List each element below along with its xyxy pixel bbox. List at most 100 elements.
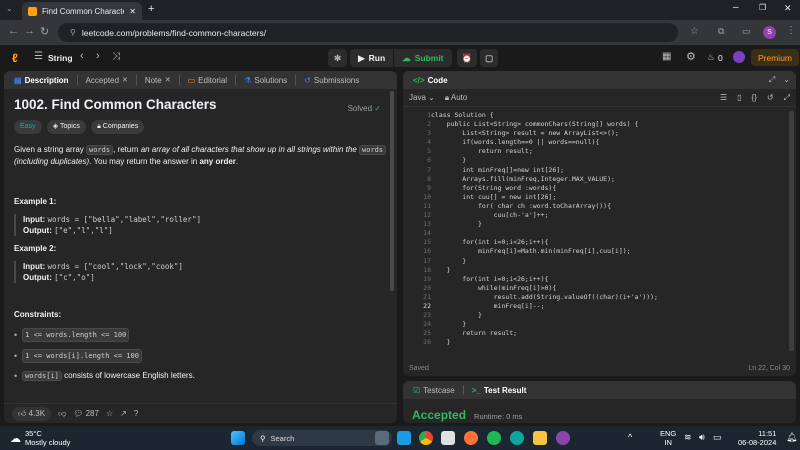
weather-widget[interactable]: ☁ 35°C Mostly cloudy bbox=[10, 429, 70, 447]
code-line[interactable]: for(String word :words){ bbox=[431, 184, 658, 193]
code-line[interactable]: cuu[ch-'a']++; bbox=[431, 211, 658, 220]
new-tab-icon[interactable]: + bbox=[148, 3, 154, 15]
code-line[interactable]: minFreq[i]=Math.min(minFreq[i],cuu[i]); bbox=[431, 247, 658, 256]
format-icon[interactable]: ☰ bbox=[720, 93, 727, 102]
streak-fire-icon[interactable]: ♨ bbox=[707, 52, 715, 63]
browser-tab[interactable]: Find Common Characters - Lee ✕ bbox=[22, 2, 142, 20]
close-tab-icon[interactable]: ✕ bbox=[122, 76, 128, 84]
close-tab-icon[interactable]: ✕ bbox=[165, 76, 171, 84]
tab-code[interactable]: </> Code bbox=[409, 76, 452, 85]
code-line[interactable]: } bbox=[431, 311, 658, 320]
code-line[interactable]: for( char ch :word.toCharArray()){ bbox=[431, 202, 658, 211]
tab-note[interactable]: Note ✕ bbox=[141, 76, 175, 85]
share-icon[interactable]: ↗ bbox=[120, 409, 127, 418]
undo-reset-icon[interactable]: ↺ bbox=[767, 93, 774, 102]
notes-button[interactable]: ▢ bbox=[480, 49, 499, 67]
browser-menu-icon[interactable]: ⋮ bbox=[786, 25, 796, 36]
code-line[interactable]: Arrays.fill(minFreq,Integer.MAX_VALUE); bbox=[431, 175, 658, 184]
bookmark-icon[interactable]: ▯ bbox=[737, 93, 741, 102]
dislike-button[interactable]: 👎︎ bbox=[58, 409, 66, 419]
code-line[interactable]: int cuu[] = new int[26]; bbox=[431, 193, 658, 202]
fullscreen-icon[interactable]: ⤢ bbox=[784, 93, 790, 103]
chrome-profile-icon[interactable] bbox=[556, 431, 570, 445]
tab-accepted[interactable]: Accepted ✕ bbox=[82, 76, 132, 85]
back-icon[interactable]: ← bbox=[8, 25, 19, 37]
file-explorer-icon[interactable] bbox=[533, 431, 547, 445]
url-field[interactable]: ⚲ leetcode.com/problems/find-common-char… bbox=[58, 23, 678, 42]
battery-icon[interactable]: ▭ bbox=[713, 432, 722, 443]
code-line[interactable]: result.add(String.valueOf((char)(i+'a'))… bbox=[431, 293, 658, 302]
next-problem-icon[interactable]: › bbox=[96, 50, 100, 62]
user-avatar[interactable] bbox=[733, 51, 745, 63]
code-line[interactable]: int minFreq[]=new int[26]; bbox=[431, 166, 658, 175]
left-scrollbar[interactable] bbox=[390, 91, 394, 291]
run-button[interactable]: ▶ Run bbox=[350, 49, 394, 67]
forward-icon[interactable]: → bbox=[24, 25, 35, 37]
profile-avatar[interactable]: S bbox=[763, 26, 776, 39]
autocomplete-toggle[interactable]: 🔒︎ Auto bbox=[445, 93, 468, 103]
collapse-pane-icon[interactable]: ⌄ bbox=[783, 75, 790, 85]
code-line[interactable]: } bbox=[431, 257, 658, 266]
extensions-icon[interactable]: ⧉ bbox=[718, 26, 724, 37]
layout-icon[interactable]: ▦ bbox=[662, 51, 671, 62]
edge-icon[interactable] bbox=[510, 431, 524, 445]
prev-problem-icon[interactable]: ‹ bbox=[80, 50, 84, 62]
tab-solutions[interactable]: ⚗ Solutions bbox=[240, 76, 291, 85]
tab-test-result[interactable]: >_ Test Result bbox=[468, 386, 531, 395]
timer-button[interactable]: ⏰ bbox=[456, 49, 478, 67]
code-line[interactable]: return result; bbox=[431, 147, 658, 156]
taskbar-search-box[interactable]: ⚲ Search bbox=[252, 430, 392, 446]
tab-description[interactable]: ▤ Description bbox=[10, 76, 73, 85]
leetcode-logo-icon[interactable]: ℓ bbox=[12, 51, 18, 65]
maximize-icon[interactable]: ❐ bbox=[759, 3, 766, 12]
code-line[interactable]: minFreq[i]--; bbox=[431, 302, 658, 311]
topics-button[interactable]: ◈ Topics bbox=[46, 120, 86, 134]
firefox-icon[interactable] bbox=[464, 431, 478, 445]
tab-editorial[interactable]: ▭ Editorial bbox=[184, 76, 231, 85]
bookmark-star-icon[interactable]: ☆ bbox=[690, 26, 699, 37]
code-line[interactable] bbox=[431, 229, 658, 238]
task-view-icon[interactable] bbox=[375, 431, 389, 445]
problem-list-icon[interactable]: ☰ bbox=[34, 51, 43, 62]
code-line[interactable]: } bbox=[431, 320, 658, 329]
language-select[interactable]: Java ⌄ bbox=[409, 93, 435, 102]
volume-icon[interactable]: 🔊︎ bbox=[699, 432, 705, 443]
code-line[interactable]: return result; bbox=[431, 329, 658, 338]
code-line[interactable]: } bbox=[431, 220, 658, 229]
code-line[interactable]: while(minFreq[i]>0){ bbox=[431, 284, 658, 293]
wifi-icon[interactable]: ≋ bbox=[684, 432, 692, 443]
shuffle-icon[interactable]: ⤨ bbox=[112, 51, 120, 62]
window-close-icon[interactable]: ✕ bbox=[784, 3, 792, 14]
sidebar-icon[interactable]: ▭ bbox=[742, 26, 751, 37]
tray-chevron-icon[interactable]: ^ bbox=[628, 432, 632, 442]
code-line[interactable]: } bbox=[431, 156, 658, 165]
braces-icon[interactable]: {} bbox=[752, 93, 757, 102]
tab-close-icon[interactable]: ✕ bbox=[129, 7, 136, 16]
language-indicator[interactable]: ENG IN bbox=[660, 429, 676, 447]
reload-icon[interactable]: ↻ bbox=[40, 25, 49, 38]
chrome-app-icon[interactable] bbox=[419, 431, 433, 445]
spotify-icon[interactable] bbox=[487, 431, 501, 445]
site-info-icon[interactable]: ⚲ bbox=[70, 28, 76, 37]
help-icon[interactable]: ? bbox=[134, 409, 138, 418]
submit-button[interactable]: ☁ Submit bbox=[394, 49, 452, 67]
tab-list-chevron-icon[interactable]: ⌄ bbox=[6, 4, 13, 13]
settings-gear-icon[interactable]: ⚙ bbox=[686, 50, 696, 63]
notification-bell-icon[interactable]: 🔔︎ bbox=[786, 432, 797, 443]
code-line[interactable]: class Solution { bbox=[431, 111, 658, 120]
tab-testcase[interactable]: ☑ Testcase bbox=[409, 386, 459, 395]
minimize-icon[interactable]: – bbox=[733, 2, 739, 13]
code-line[interactable]: if(words.length==0 || words==null){ bbox=[431, 138, 658, 147]
problem-title[interactable]: 1002. Find Common Characters bbox=[14, 98, 387, 112]
debug-button[interactable]: ✻ bbox=[328, 49, 348, 67]
windows-start-icon[interactable] bbox=[231, 431, 245, 445]
code-line[interactable]: } bbox=[431, 266, 658, 275]
favorite-star-icon[interactable]: ☆ bbox=[106, 409, 113, 418]
code-editor[interactable]: class Solution { public List<String> com… bbox=[431, 111, 658, 347]
code-line[interactable]: } bbox=[431, 338, 658, 347]
app-icon[interactable] bbox=[397, 431, 411, 445]
code-line[interactable]: List<String> result = new ArrayList<>(); bbox=[431, 129, 658, 138]
companies-button[interactable]: 🔒︎ Companies bbox=[91, 120, 145, 134]
code-scrollbar[interactable] bbox=[789, 111, 794, 351]
code-line[interactable]: for(int i=0;i<26;i++){ bbox=[431, 238, 658, 247]
